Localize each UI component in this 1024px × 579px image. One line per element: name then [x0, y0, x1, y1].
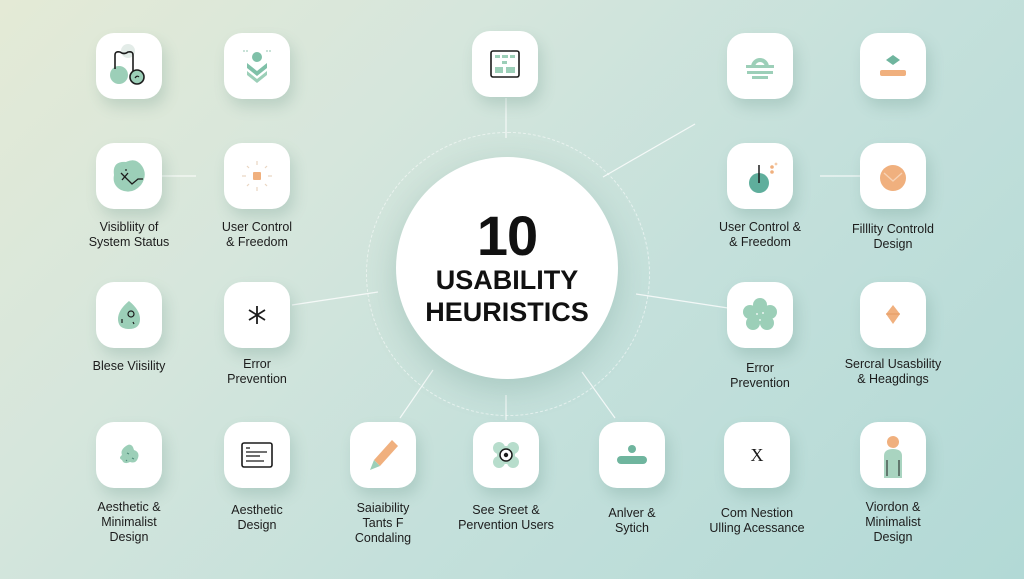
node-tile-18[interactable] [599, 422, 665, 488]
node-label-10: Blese Viisility [92, 359, 166, 373]
node-tile-3[interactable] [472, 31, 538, 97]
node-tile-20[interactable] [860, 422, 926, 488]
node-tile-7[interactable] [224, 143, 290, 209]
leaf-icon [120, 444, 139, 464]
node-tile-12[interactable] [727, 282, 793, 348]
node-label-18: Anlver & Sytich [608, 506, 656, 535]
node-label-17: See Sreet & Pervention Users [458, 503, 554, 532]
connector-left-mid [291, 291, 379, 306]
drop-icon [118, 301, 140, 329]
node-tile-16[interactable] [350, 422, 416, 488]
envelope-circle-icon [880, 165, 906, 191]
node-label-16: Saiaibility Tants F Condaling [354, 501, 412, 545]
node-label-14: Aesthetic & Minimalist Design [97, 500, 161, 544]
node-tile-6[interactable] [96, 143, 162, 209]
sun-square-icon [242, 161, 272, 191]
node-label-12: Error Prevention [730, 361, 790, 390]
node-tile-10[interactable] [96, 282, 162, 348]
node-tile-9[interactable] [860, 143, 926, 209]
hub-title-line2: HEURISTICS [425, 297, 589, 327]
node-tile-19[interactable]: X [724, 422, 790, 488]
hub-circle: 10 USABILITY HEURISTICS [396, 157, 618, 379]
node-label-7: User Control & Freedom [221, 220, 293, 249]
dial-icon [749, 162, 778, 193]
node-tile-11[interactable] [224, 282, 290, 348]
x-mark-icon: X [751, 445, 764, 465]
node-tile-14[interactable] [96, 422, 162, 488]
node-label-13: Sercral Usasbility & Heagdings [844, 357, 942, 386]
node-tile-17[interactable] [473, 422, 539, 488]
node-tile-4[interactable] [727, 33, 793, 99]
stethoscope-icon [110, 44, 145, 85]
node-tile-15[interactable] [224, 422, 290, 488]
node-label-8: User Control & & Freedom [719, 220, 801, 249]
node-label-11: Error Prevention [227, 357, 287, 386]
pencil-icon [370, 440, 398, 470]
node-tile-5[interactable] [860, 33, 926, 99]
blob-cross-icon [113, 160, 145, 192]
hub-number: 10 [476, 204, 538, 267]
node-label-15: Aesthetic Design [231, 503, 283, 532]
node-tile-8[interactable] [727, 143, 793, 209]
node-label-20: Viordon & Minimalist Design [865, 500, 921, 544]
stacked-arch-icon [746, 58, 774, 79]
node-label-9: Filllity Controld Design [852, 222, 934, 251]
node-label-6: Visibliity of System Status [88, 220, 170, 249]
document-card-icon [241, 442, 273, 468]
layout-grid-icon [490, 50, 520, 78]
target-cross-icon [493, 442, 519, 468]
connector-right-mid [635, 293, 729, 309]
diamond-bar-icon [880, 55, 906, 76]
slider-bar-icon [617, 445, 647, 464]
download-chevrons-icon [243, 50, 271, 83]
hub-title-line1: USABILITY [435, 265, 579, 295]
node-tile-1[interactable] [96, 33, 162, 99]
connector-top-right [602, 123, 696, 178]
person-icon [884, 436, 902, 478]
node-label-19: Com Nestion Ulling Acessance [709, 506, 805, 535]
node-tile-2[interactable] [224, 33, 290, 99]
svg-text:X: X [751, 445, 764, 465]
flower-icon [743, 298, 777, 330]
node-tile-13[interactable] [860, 282, 926, 348]
asterisk-icon [248, 306, 266, 324]
diamond-icon [886, 305, 900, 324]
